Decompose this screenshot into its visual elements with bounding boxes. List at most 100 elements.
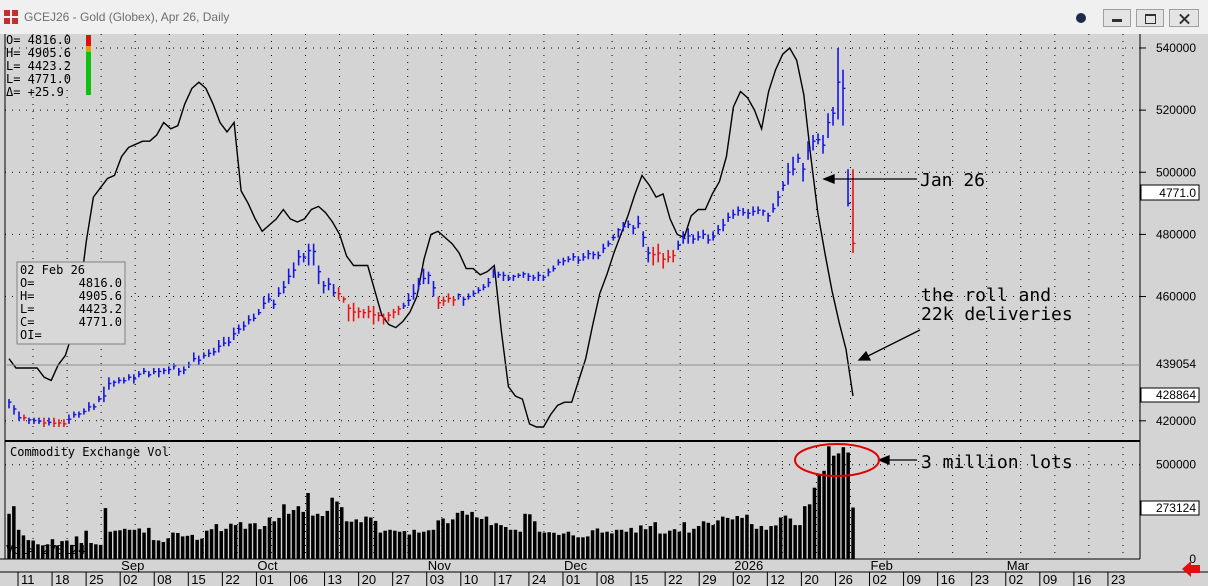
volume-bar [89, 543, 93, 559]
volume-bar [219, 531, 223, 559]
volume-bar [764, 529, 768, 559]
volume-bar [123, 528, 127, 559]
price-tick-label: 480000 [1156, 227, 1196, 241]
volume-bar [817, 474, 821, 559]
volume-bar [137, 528, 141, 559]
volume-bar [716, 520, 720, 559]
chart-area[interactable]: O= 4816.0 H= 4905.6 L= 4423.2 L= 4771.0 … [0, 34, 1208, 586]
volume-bar [552, 532, 556, 559]
day-tick-label: 03 [430, 572, 444, 586]
volume-bar [209, 529, 214, 559]
volume-bar [446, 523, 450, 559]
volume-bar [142, 532, 146, 559]
month-label: Feb [871, 558, 893, 573]
volume-bar [344, 521, 349, 559]
volume-bar [836, 453, 841, 559]
volume-bar [335, 501, 339, 559]
volume-bar [412, 529, 416, 559]
volume-bar [687, 532, 691, 559]
volume-bar [624, 531, 629, 559]
annotation-jan26: Jan 26 [920, 170, 985, 191]
data-window-oi-label: OI= [20, 328, 42, 342]
volume-bar [639, 525, 643, 559]
data-window-date: 02 Feb 26 [20, 263, 85, 277]
volume-bar [841, 447, 846, 559]
volume-bar [470, 511, 474, 559]
data-window-close-label: C= [20, 315, 34, 329]
day-tick-label: 02 [123, 572, 137, 586]
volume-bar [325, 510, 330, 559]
volume-bar [513, 529, 518, 559]
price-tick-label: 500000 [1156, 165, 1196, 179]
volume-bar [176, 533, 180, 559]
current-price-tag: 4771.0 [1140, 184, 1200, 201]
volume-bar [156, 540, 161, 559]
day-tick-label: 01 [566, 572, 580, 586]
volume-bar [605, 531, 609, 559]
volume-bar [827, 446, 831, 559]
volume-bar [484, 516, 489, 559]
day-tick-label: 16 [941, 572, 955, 586]
day-tick-label: 15 [634, 572, 648, 586]
volume-bar [518, 531, 522, 559]
volume-bar [311, 515, 315, 559]
volume-bar [147, 527, 151, 559]
volume-bar [643, 529, 648, 559]
volume-bar [161, 542, 166, 559]
close-icon[interactable] [1169, 9, 1199, 27]
volume-bar [721, 516, 725, 559]
day-tick-label: 25 [89, 572, 103, 586]
oi-label-2: 428864 [1156, 388, 1196, 402]
volume-bar [98, 544, 103, 559]
volume-bar [759, 526, 764, 559]
volume-bar [166, 538, 170, 559]
volume-bar [788, 518, 793, 559]
day-tick-label: 08 [157, 572, 171, 586]
day-tick-label: 09 [1043, 572, 1057, 586]
maximize-icon[interactable] [1136, 9, 1164, 27]
volume-bar [614, 529, 619, 559]
minimize-icon[interactable] [1103, 9, 1131, 27]
volume-bar [243, 528, 248, 559]
volume-bar [349, 521, 354, 559]
volume-bar [373, 520, 378, 559]
volume-bar [238, 522, 243, 559]
volume-bar [822, 470, 826, 559]
volume-bar [369, 517, 373, 559]
price-tick-label: 520000 [1156, 103, 1196, 117]
month-label: Nov [428, 558, 452, 573]
annotation-lots: 3 million lots [921, 452, 1073, 473]
volume-bar [94, 544, 98, 559]
volume-bar [677, 531, 682, 559]
day-tick-label: 17 [498, 572, 512, 586]
volume-bar [388, 529, 392, 559]
data-window: 02 Feb 26 O= H= L= C= OI= 4816.0 4905.6 … [16, 261, 126, 345]
volume-bar [600, 532, 604, 559]
volume-tick-label: 500000 [1156, 458, 1196, 472]
volume-bar [750, 524, 754, 559]
volume-bar [745, 514, 749, 559]
volume-bar [224, 528, 228, 559]
volume-bar [610, 533, 614, 559]
volume-panel-title: Commodity Exchange Vol [10, 445, 169, 459]
scroll-left-arrow-icon[interactable] [1182, 561, 1200, 577]
app-icon [4, 10, 18, 24]
volume-bar [354, 519, 358, 559]
oi-tag-2: 428864 [1140, 387, 1200, 403]
volume-bar [180, 536, 185, 559]
volume-bar [523, 513, 527, 559]
volume-bar [407, 534, 412, 559]
volume-bar [330, 497, 334, 559]
volume-bar [267, 517, 272, 559]
volume-bar [171, 532, 175, 559]
volume-bar [282, 504, 286, 559]
volume-bar [431, 529, 436, 559]
volume-bar [451, 519, 455, 559]
day-tick-label: 29 [702, 572, 716, 586]
volume-bar [668, 530, 672, 559]
record-icon[interactable] [1070, 9, 1094, 27]
ohlc-change: Δ= +25.9 [6, 85, 64, 99]
volume-bar [422, 531, 426, 559]
ohlc-high: H= 4905.6 [6, 46, 71, 60]
volume-bar [590, 530, 595, 559]
